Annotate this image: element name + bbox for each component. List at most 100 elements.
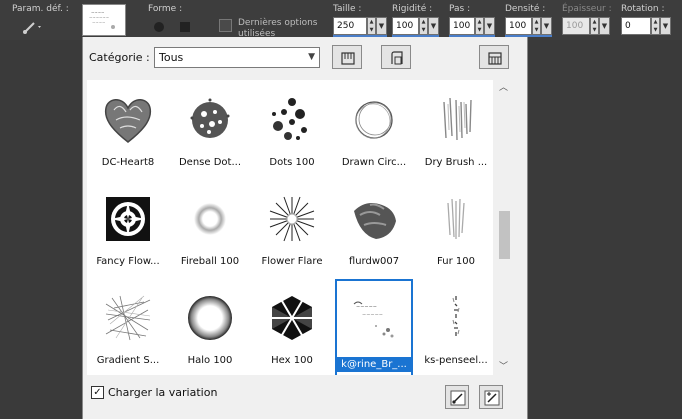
chevron-up-icon: ▲ <box>592 19 597 25</box>
fireball-brush-icon <box>194 203 226 235</box>
flower-flare-brush-icon <box>269 196 315 242</box>
chevron-down-icon: ▼ <box>653 27 658 33</box>
square-shape-icon <box>180 22 190 32</box>
chevron-down-icon: ▼ <box>308 52 315 62</box>
fancy-flower-brush-icon <box>106 197 150 241</box>
brush-name: ks-penseel... <box>424 355 488 366</box>
rotation-dropdown[interactable]: ▼ <box>660 17 671 35</box>
brush-settings-icon <box>484 390 500 406</box>
brush-name: flurdw007 <box>348 256 400 267</box>
brush-item[interactable]: Dry Brush ... <box>415 80 493 179</box>
round-shape-button[interactable] <box>150 20 168 34</box>
brush-item[interactable]: DC-Heart8 <box>87 80 169 179</box>
ks-penseel-brush-icon <box>452 296 460 336</box>
halo-brush-icon <box>188 296 232 340</box>
category-select[interactable]: Tous ▼ <box>154 47 320 68</box>
hardness-label: Rigidité : <box>392 4 433 14</box>
brush-name: Dry Brush ... <box>424 157 488 168</box>
thickness-stepper[interactable]: ▲ ▼ <box>590 17 599 35</box>
chevron-down-icon: ▼ <box>601 22 608 30</box>
square-shape-button[interactable] <box>176 20 194 34</box>
brush-item[interactable]: Drawn Circ... <box>333 80 415 179</box>
brush-name: Fur 100 <box>437 256 475 267</box>
size-dropdown[interactable]: ▼ <box>376 17 387 35</box>
import-brush-button[interactable] <box>332 45 362 69</box>
brush-item[interactable]: flurdw007 <box>333 179 415 278</box>
scroll-down-arrow-icon[interactable]: ﹀ <box>495 361 512 373</box>
chevron-down-icon: ▼ <box>534 27 539 33</box>
brush-settings-button[interactable] <box>479 385 503 409</box>
rotation-label: Rotation : <box>621 4 665 14</box>
gradient-scribble-brush-icon <box>105 295 151 341</box>
thickness-input[interactable]: 100 <box>562 17 590 35</box>
export-brush-button[interactable] <box>381 45 411 69</box>
brush-grid-scrollbar[interactable]: ︿ ﹀ <box>495 80 512 375</box>
brush-name: Halo 100 <box>187 355 233 366</box>
preset-label: Param. déf. : <box>12 4 69 14</box>
density-stepper[interactable]: ▲ ▼ <box>532 17 541 35</box>
size-stepper[interactable]: ▲ ▼ <box>367 17 376 35</box>
chevron-up-icon: ▲ <box>369 19 374 25</box>
chevron-down-icon: ▼ <box>543 22 550 30</box>
stepped-checkbox[interactable] <box>219 19 232 32</box>
brush-item[interactable]: Flower Flare <box>251 179 333 278</box>
hardness-input[interactable]: 100 <box>392 17 419 35</box>
brush-item[interactable]: Fancy Flow... <box>87 179 169 278</box>
chevron-up-icon: ▲ <box>421 19 426 25</box>
brush-tip-preview[interactable]: ~~~~ ~~~~~~ ~~~~ <box>82 4 126 36</box>
brush-picker-panel: Catégorie : Tous ▼ DC-Heart8 Dense Dot..… <box>82 37 528 419</box>
density-input[interactable]: 100 <box>505 17 532 35</box>
brush-item[interactable]: Fireball 100 <box>169 179 251 278</box>
brush-tool-options: Param. déf. : ~~~~ ~~~~~~ ~~~~ Forme : D… <box>0 0 682 419</box>
chevron-down-icon: ▼ <box>430 22 437 30</box>
svg-text:~~~~~: ~~~~~ <box>362 312 383 318</box>
chevron-down-icon: ▼ <box>662 22 669 30</box>
rotation-input[interactable]: 0 <box>621 17 651 35</box>
brush-item[interactable]: Halo 100 <box>169 278 251 375</box>
category-label: Catégorie : <box>89 51 150 64</box>
edit-brush-icon <box>450 390 466 406</box>
fur-brush-icon <box>447 198 465 239</box>
thickness-dropdown[interactable]: ▼ <box>599 17 610 35</box>
step-stepper[interactable]: ▲ ▼ <box>475 17 484 35</box>
brush-item[interactable]: Hex 100 <box>251 278 333 375</box>
chevron-down-icon: ▼ <box>592 27 597 33</box>
dense-dots-brush-icon <box>190 98 230 138</box>
brush-item-selected[interactable]: ~~~~~ ~~~~~ k@rine_Br_... <box>333 278 415 375</box>
drawn-circle-brush-icon <box>355 101 393 139</box>
brush-view-options-button[interactable] <box>479 45 509 69</box>
chevron-up-icon: ▲ <box>534 19 539 25</box>
brush-item[interactable]: Fur 100 <box>415 179 493 278</box>
hardness-stepper[interactable]: ▲ ▼ <box>419 17 428 35</box>
round-shape-icon <box>154 22 164 32</box>
brush-name: Fireball 100 <box>180 256 240 267</box>
step-dropdown[interactable]: ▼ <box>484 17 495 35</box>
brush-item[interactable]: Dense Dot... <box>169 80 251 179</box>
scroll-up-arrow-icon[interactable]: ︿ <box>495 82 512 94</box>
hardness-dropdown[interactable]: ▼ <box>428 17 439 35</box>
chevron-down-icon: ▼ <box>378 22 385 30</box>
edit-brush-button[interactable] <box>445 385 469 409</box>
density-label: Densité : <box>505 4 546 14</box>
preset-picker[interactable] <box>22 20 44 34</box>
hex-brush-icon <box>272 296 312 340</box>
brush-name: Dense Dot... <box>178 157 241 168</box>
dots-brush-icon <box>272 98 307 140</box>
brush-item[interactable]: Dots 100 <box>251 80 333 179</box>
brush-item[interactable]: Gradient S... <box>87 278 169 375</box>
scrollbar-thumb[interactable] <box>499 211 510 259</box>
dry-brush-icon <box>443 97 472 141</box>
paintbrush-icon <box>23 22 41 34</box>
load-variation-checkbox[interactable]: ✓ <box>91 386 104 399</box>
chevron-down-icon: ▼ <box>421 27 426 33</box>
brush-name: k@rine_Br_... <box>337 357 411 372</box>
brush-item[interactable]: ks-penseel... <box>415 278 493 375</box>
size-input[interactable]: 250 <box>333 17 367 35</box>
svg-text:~~~~: ~~~~ <box>92 20 105 25</box>
step-input[interactable]: 100 <box>449 17 475 35</box>
density-dropdown[interactable]: ▼ <box>541 17 552 35</box>
brush-name: Drawn Circ... <box>341 157 407 168</box>
rotation-stepper[interactable]: ▲ ▼ <box>651 17 660 35</box>
tool-options-bar: Param. déf. : ~~~~ ~~~~~~ ~~~~ Forme : D… <box>0 0 682 40</box>
brush-grid: DC-Heart8 Dense Dot... Dots 100 Drawn Ci… <box>87 80 493 375</box>
